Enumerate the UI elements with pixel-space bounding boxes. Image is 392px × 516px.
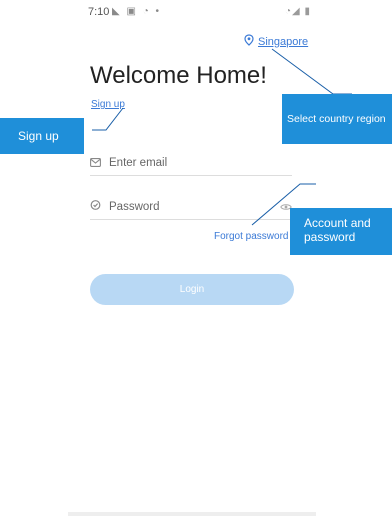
country-annotation-line [271, 48, 352, 95]
login-button[interactable]: Login [90, 274, 294, 305]
email-field[interactable] [90, 151, 292, 176]
navigation-bar [68, 512, 316, 516]
sign-up-link[interactable]: Sign up [91, 99, 125, 110]
region-label: Singapore [258, 36, 309, 48]
status-notification-icons: ◣ ▣ ◔ • [112, 6, 162, 17]
sign-up-annotation: Sign up [0, 118, 84, 154]
status-time: 7:10 [88, 6, 110, 18]
signup-annotation-line [92, 107, 124, 131]
select-country-annotation: Select country region [282, 94, 392, 144]
password-field[interactable] [90, 195, 292, 220]
forgot-password-link[interactable]: Forgot password [214, 231, 288, 242]
mail-icon [90, 154, 101, 172]
account-password-annotation: Account and password [290, 208, 392, 255]
email-input[interactable] [109, 157, 259, 169]
region-selector[interactable]: Singapore [244, 33, 308, 51]
status-signal-battery-icons: ◔◢ ▮ [285, 6, 312, 17]
page-title: Welcome Home! [90, 62, 267, 89]
location-pin-icon [244, 33, 254, 51]
lock-icon [90, 198, 101, 216]
password-input[interactable] [109, 201, 259, 213]
